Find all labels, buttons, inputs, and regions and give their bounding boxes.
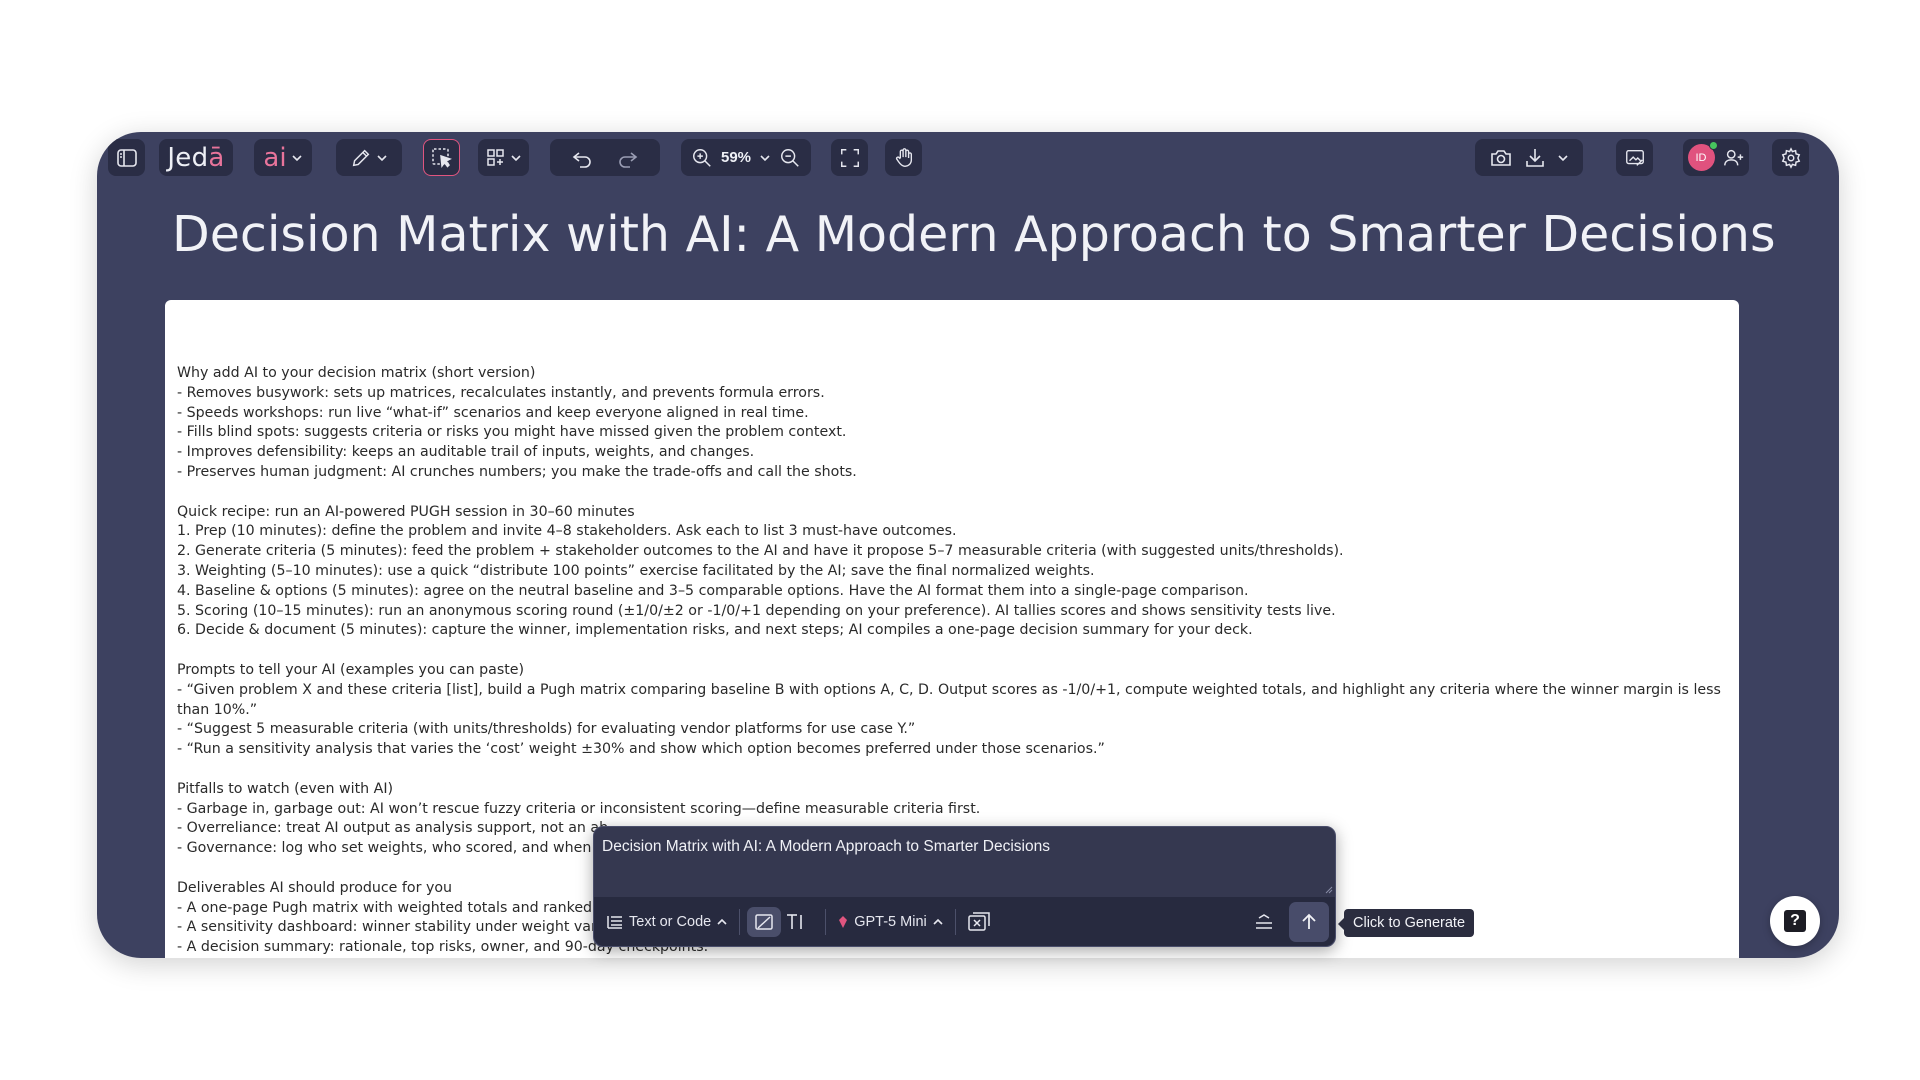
image-edit-icon: [1625, 149, 1644, 166]
options-button[interactable]: [1249, 912, 1279, 932]
fullscreen-icon: [840, 148, 859, 167]
collaborators-group: ID: [1683, 139, 1749, 176]
zoom-in-icon[interactable]: [691, 147, 713, 169]
help-icon: ?: [1784, 910, 1806, 932]
prompt-toolbar: Text or Code GPT-5 Mini: [594, 897, 1335, 946]
chevron-down-icon[interactable]: [759, 152, 771, 164]
sidebar-icon: [116, 148, 137, 167]
model-select[interactable]: GPT-5 Mini: [833, 914, 948, 930]
doc-line: - Improves defensibility: keeps an audit…: [177, 444, 755, 461]
doc-line: - Preserves human judgment: AI crunches …: [177, 463, 857, 480]
doc-line: 5. Scoring (10–15 minutes): run an anony…: [177, 602, 1336, 619]
divider: [954, 908, 956, 935]
image-mode-toggle[interactable]: [747, 906, 782, 937]
zoom-level[interactable]: 59%: [721, 149, 751, 166]
generate-tooltip: Click to Generate: [1337, 909, 1475, 937]
chevron-down-icon: [377, 154, 387, 161]
resize-grip-icon[interactable]: [1325, 886, 1333, 894]
avatar-initials: ID: [1695, 151, 1707, 164]
doc-line: - “Given problem X and these criteria [l…: [177, 681, 1721, 718]
zoom-group: 59%: [681, 139, 811, 176]
chevron-down-icon: [510, 154, 521, 161]
text-style-icon: [787, 913, 803, 929]
doc-line: - Removes busywork: sets up matrices, re…: [177, 384, 825, 401]
logo[interactable]: Jedā: [159, 139, 233, 176]
gear-icon: [1781, 146, 1800, 169]
doc-line: 4. Baseline & options (5 minutes): agree…: [177, 582, 1249, 599]
divider: [825, 908, 827, 935]
doc-spacer: [177, 760, 1727, 780]
export-group: [1475, 139, 1583, 176]
doc-line: 3. Weighting (5–10 minutes): use a quick…: [177, 562, 1095, 579]
doc-heading: Prompts to tell your AI (examples you ca…: [177, 661, 525, 678]
image-frame-icon: [755, 913, 773, 930]
settings-button[interactable]: [1772, 139, 1809, 176]
fit-screen-button[interactable]: [831, 139, 868, 176]
history-group: [550, 139, 660, 176]
doc-line: - Speeds workshops: run live “what-if” s…: [177, 404, 809, 421]
add-user-icon[interactable]: [1723, 147, 1745, 169]
doc-spacer: [177, 641, 1727, 661]
avatar[interactable]: ID: [1687, 141, 1718, 171]
chevron-down-icon[interactable]: [1557, 152, 1569, 164]
online-indicator: [1708, 141, 1718, 150]
text-style-toggle[interactable]: [781, 912, 811, 932]
undo-icon[interactable]: [570, 146, 594, 170]
doc-spacer: [177, 483, 1727, 503]
doc-line: - Fills blind spots: suggests criteria o…: [177, 424, 847, 441]
download-icon[interactable]: [1523, 146, 1547, 170]
collapse-icon: [1256, 913, 1272, 929]
output-mode-label: Text or Code: [629, 913, 712, 930]
grid-icon: [486, 148, 504, 166]
ai-menu-button[interactable]: ai: [254, 139, 312, 176]
logo-text: Jedā: [167, 142, 225, 173]
pen-tool-button[interactable]: [336, 139, 402, 176]
redo-icon[interactable]: [616, 146, 640, 170]
ai-label: ai: [263, 142, 287, 173]
sidebar-toggle-button[interactable]: [108, 139, 145, 176]
present-button[interactable]: [1616, 139, 1653, 176]
pan-tool-button[interactable]: [885, 139, 922, 176]
help-button[interactable]: ?: [1770, 896, 1820, 946]
doc-heading: Why add AI to your decision matrix (shor…: [177, 365, 536, 381]
doc-line: - “Run a sensitivity analysis that varie…: [177, 741, 1105, 758]
doc-line: - “Suggest 5 measurable criteria (with u…: [177, 721, 916, 738]
chevron-up-icon: [717, 918, 727, 925]
screen-context-icon: [967, 911, 990, 931]
zoom-out-icon[interactable]: [779, 147, 801, 169]
components-button[interactable]: [478, 139, 529, 176]
camera-icon[interactable]: [1489, 146, 1513, 170]
page-title: Decision Matrix with AI: A Modern Approa…: [172, 206, 1776, 263]
prompt-input[interactable]: Decision Matrix with AI: A Modern Approa…: [602, 838, 1050, 856]
divider: [739, 908, 741, 935]
pen-icon: [352, 149, 370, 166]
doc-line: - Garbage in, garbage out: AI won’t resc…: [177, 800, 981, 817]
ai-prompt-panel: Decision Matrix with AI: A Modern Approa…: [593, 826, 1336, 947]
chevron-up-icon: [933, 918, 943, 925]
select-pointer-icon: [431, 147, 452, 168]
chevron-down-icon: [292, 154, 302, 161]
text-lines-icon: [607, 915, 622, 929]
hand-icon: [895, 147, 912, 167]
arrow-up-icon: [1302, 913, 1316, 929]
output-mode-select[interactable]: Text or Code: [602, 913, 732, 931]
context-button[interactable]: [963, 911, 995, 933]
doc-line: 2. Generate criteria (5 minutes): feed t…: [177, 543, 1344, 560]
select-tool-button[interactable]: [423, 139, 460, 176]
generate-button[interactable]: [1289, 901, 1329, 942]
doc-line: 1. Prep (10 minutes): define the problem…: [177, 523, 957, 540]
doc-line: 6. Decide & document (5 minutes): captur…: [177, 622, 1253, 639]
model-label: GPT-5 Mini: [854, 913, 927, 930]
doc-heading: Quick recipe: run an AI-powered PUGH ses…: [177, 503, 635, 520]
doc-heading: Pitfalls to watch (even with AI): [177, 780, 394, 797]
model-icon: [839, 915, 848, 928]
